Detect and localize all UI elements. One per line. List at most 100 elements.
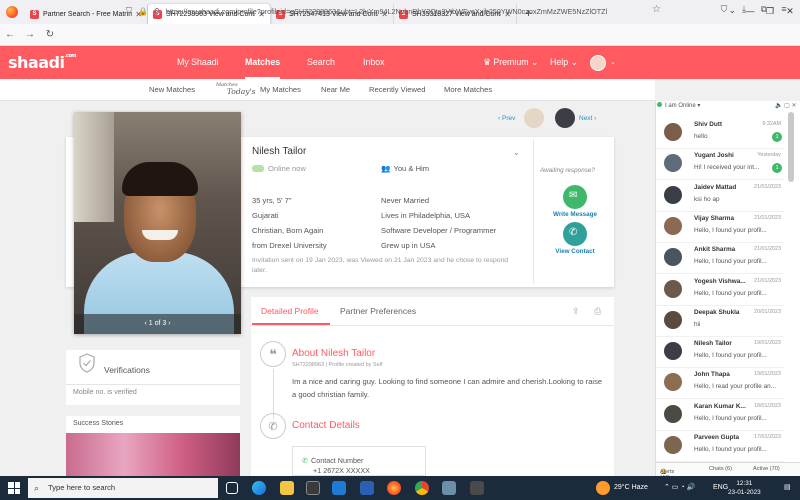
subnav-more-matches[interactable]: More Matches — [444, 79, 492, 101]
tab-partner-preferences[interactable]: Partner Preferences — [340, 306, 416, 316]
chat-contact-name: Karan Kumar K... — [694, 402, 746, 410]
chat-avatar[interactable] — [664, 123, 682, 141]
user-avatar[interactable] — [590, 55, 606, 71]
chat-list-item[interactable]: Nilesh Tailor 19/01/2023 Hello, I found yo… — [656, 336, 784, 369]
nav-matches[interactable]: Matches — [245, 46, 281, 79]
prev-profile-avatar[interactable] — [524, 108, 544, 128]
tray-icons[interactable]: ⌃ ▭ ◔ 🔊 — [664, 476, 695, 500]
store-icon[interactable] — [306, 481, 320, 495]
weather-text[interactable]: 29°C Haze — [614, 476, 648, 500]
shaadi-logo[interactable]: shaadi.com — [8, 53, 76, 72]
chat-avatar[interactable] — [664, 436, 682, 454]
chat-avatar[interactable] — [664, 279, 682, 298]
chat-list-item[interactable]: Karan Kumar K... 18/01/2023 Hello, I found… — [656, 399, 784, 431]
chats-tab[interactable]: Chats (6) — [709, 466, 732, 472]
chat-settings-icons[interactable]: 🔈 ▢ ✕ — [775, 102, 797, 109]
nav-inbox[interactable]: Inbox — [363, 46, 385, 79]
view-contact-button[interactable]: ✆ — [563, 222, 587, 246]
chat-list-item[interactable]: Shiv Dutt 9:32AM hello 1 — [656, 117, 784, 149]
nav-my-shaadi[interactable]: My Shaadi — [177, 46, 219, 79]
notification-icon[interactable]: ▤ — [784, 476, 791, 500]
word-icon[interactable] — [360, 481, 374, 495]
chat-list-item[interactable]: John Thapa 19/01/2023 Hello, I read your p… — [656, 367, 784, 400]
about-text: Im a nice and caring guy. Looking to fin… — [292, 377, 603, 399]
subnav-todays-matches[interactable]: Today's Matches — [216, 81, 256, 96]
forward-icon[interactable]: → — [20, 29, 40, 40]
prev-link[interactable]: ‹ Prev — [498, 115, 515, 122]
permissions-icon[interactable]: ⚲ — [154, 7, 160, 16]
print-icon[interactable]: ⎙ — [594, 306, 601, 317]
profile-photo[interactable]: ‹ 1 of 3 › — [74, 112, 241, 334]
chat-online-status[interactable]: I am Online ▾ — [657, 102, 700, 109]
reload-icon[interactable]: ↻ — [40, 29, 60, 40]
chevron-right-icon[interactable]: › — [168, 320, 170, 327]
chat-last-message: Hello, I found your profil... — [694, 258, 767, 266]
chat-avatar[interactable] — [664, 342, 682, 361]
language-indicator[interactable]: ENG — [713, 476, 728, 500]
chevron-down-icon[interactable]: ⌄ — [610, 46, 616, 79]
firefox-taskbar-icon[interactable] — [387, 481, 401, 495]
verifications-title: Verifications — [104, 365, 150, 375]
next-link[interactable]: Next › — [579, 115, 596, 122]
share-icon[interactable]: ⇪ — [572, 306, 580, 317]
chat-list-item[interactable]: Deepak Shukla 20/01/2023 hii — [656, 305, 784, 337]
pocket-icon[interactable]: ⛉ — [714, 4, 734, 15]
write-message-button[interactable]: ✉ — [563, 185, 587, 209]
success-stories-title: Success Stories — [73, 420, 124, 427]
windows-start-icon[interactable] — [8, 482, 20, 494]
bookmark-star-icon[interactable]: ☆ — [652, 4, 661, 15]
lock-icon[interactable]: 🔒 — [138, 7, 148, 16]
menu-icon[interactable]: ≡ — [774, 4, 794, 15]
view-contact-label[interactable]: View Contact — [540, 248, 610, 255]
chevron-down-icon[interactable]: ⌄ — [513, 148, 520, 157]
downloads-icon[interactable]: ⤓ — [734, 4, 754, 15]
url-bar[interactable]: ⛉ 🔒 ⚲ https://my.shaadi.com/profile?prof… — [126, 3, 648, 19]
chat-avatar[interactable] — [664, 248, 682, 267]
subnav-recently-viewed[interactable]: Recently Viewed — [369, 79, 425, 101]
edge-icon[interactable] — [252, 481, 266, 495]
chat-list-item[interactable]: Yogesh Vishwa... 21/01/2023 Hello, I found… — [656, 274, 784, 306]
help-menu[interactable]: Help ⌄ — [550, 46, 578, 79]
extensions-icon[interactable]: ⧉ — [754, 4, 774, 15]
chat-avatar[interactable] — [664, 310, 682, 329]
app-icon[interactable] — [442, 481, 456, 495]
subnav-my-matches[interactable]: My Matches — [260, 79, 301, 101]
tab-detailed-profile[interactable]: Detailed Profile — [261, 306, 319, 316]
chat-timestamp: 19/01/2023 — [754, 340, 781, 347]
chat-avatar[interactable] — [664, 185, 682, 204]
app-icon[interactable] — [470, 481, 484, 495]
clock[interactable]: 12:31 23-01-2023 — [728, 479, 761, 497]
shield-icon[interactable]: ⛉ — [126, 6, 132, 16]
chat-list-item[interactable]: Yugant Joshi Yesterday Hi! I received your… — [656, 148, 784, 181]
active-tab[interactable]: Active (70) — [753, 466, 780, 472]
write-message-label[interactable]: Write Message — [540, 211, 610, 218]
chat-list-item[interactable]: Ankit Sharma 21/01/2023 Hello, I found you… — [656, 242, 784, 275]
unread-badge: 1 — [772, 132, 782, 142]
chat-last-message: Hello, I found your profil... — [694, 289, 767, 297]
chat-avatar[interactable] — [664, 216, 682, 235]
chat-scrollbar[interactable] — [788, 112, 794, 182]
chat-avatar[interactable] — [664, 154, 682, 173]
success-story-image[interactable] — [66, 433, 240, 476]
contact-number-value: +1 2672X XXXXX — [313, 466, 370, 475]
premium-menu[interactable]: ♛ Premium ⌄ — [483, 46, 538, 79]
photo-pager[interactable]: ‹ 1 of 3 › — [74, 314, 241, 334]
subnav-near-me[interactable]: Near Me — [321, 79, 350, 101]
subnav-new-matches[interactable]: New Matches — [149, 79, 195, 101]
attr-marital-status: Never Married — [381, 196, 430, 205]
chrome-icon[interactable] — [415, 481, 429, 495]
taskbar-search-input[interactable]: ⌕ Type here to search — [28, 478, 218, 498]
chat-list-item[interactable]: Parveen Gupta 17/01/2023 Hello, I found yo… — [656, 430, 784, 462]
url-text[interactable]: https://my.shaadi.com/profile?profileid=… — [166, 7, 607, 16]
back-icon[interactable]: ← — [0, 29, 20, 40]
chat-list-item[interactable]: Vijay Sharma 21/01/2023 Hello, I found you… — [656, 211, 784, 243]
nav-search[interactable]: Search — [307, 46, 335, 79]
task-view-icon[interactable] — [226, 482, 238, 494]
file-explorer-icon[interactable] — [280, 481, 294, 495]
firefox-icon[interactable] — [6, 6, 18, 18]
mail-icon[interactable] — [332, 481, 346, 495]
next-profile-avatar[interactable] — [555, 108, 575, 128]
chat-avatar[interactable] — [664, 404, 682, 423]
chat-avatar[interactable] — [664, 373, 682, 392]
chat-list-item[interactable]: Jaidev Mattad 21/01/2023 ksi ho ap — [656, 180, 784, 212]
